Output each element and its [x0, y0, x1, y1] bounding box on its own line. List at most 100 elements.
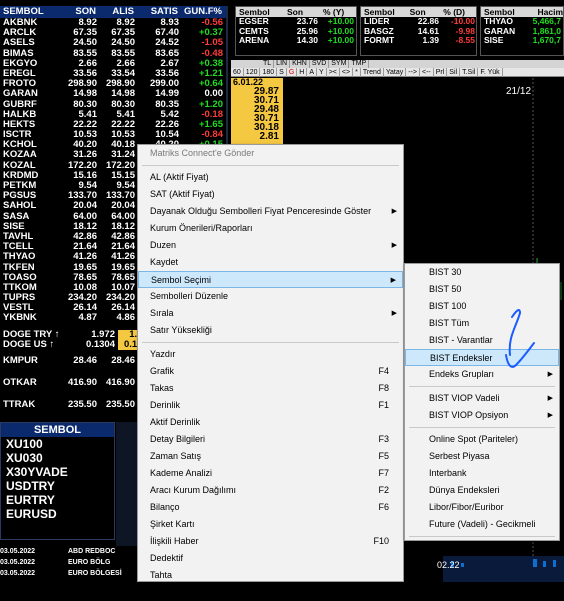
toolbar-button[interactable]: Trend — [361, 68, 384, 77]
news-title: ABD REDBOC — [68, 548, 116, 555]
menu-item-dayanak-oldu-u-sembolleri-fiyat-penceresinde-g-ster[interactable]: Dayanak Olduğu Sembolleri Fiyat Penceres… — [138, 203, 403, 220]
menu-item-libor-fibor-euribor[interactable]: Libor/Fibor/Euribor — [405, 499, 559, 516]
menu-item-label: Takas — [150, 383, 174, 393]
menu-item-bist-30[interactable]: BIST 30 — [405, 264, 559, 281]
menu-item-sat-r-y-ksekli-i[interactable]: Satır Yüksekliği — [138, 322, 403, 339]
menu-item-s-rala[interactable]: Sırala ▶ — [138, 305, 403, 322]
toolbar-button[interactable]: G — [287, 68, 298, 77]
menu-item-future-vadeli-gecikmeli[interactable]: Future (Vadeli) - Gecikmeli — [405, 516, 559, 533]
menu-item-duzen[interactable]: Duzen ▶ — [138, 237, 403, 254]
toolbar-button[interactable]: 120 — [244, 68, 261, 77]
menu-item-label: Future (Vadeli) - Gecikmeli — [429, 519, 536, 529]
menu-item-t-m-semboller[interactable]: Tüm Semboller — [405, 540, 559, 557]
panel-row[interactable]: SISE 1,670,7 — [481, 35, 563, 46]
toolbar-button[interactable]: F. Yük — [478, 68, 503, 77]
menu-item-kaydet[interactable]: Kaydet — [138, 254, 403, 271]
menu-item-kurum-nerileri-raporlar[interactable]: Kurum Önerileri/Raporları — [138, 220, 403, 237]
menu-item-i-li-kili-haber[interactable]: İlişkili Haber F10 — [138, 533, 403, 550]
toolbar-button[interactable]: Prl — [434, 68, 448, 77]
table-cell: DOGE US ↑ — [3, 338, 55, 350]
toolbar-button[interactable]: 180 — [260, 68, 278, 77]
menu-item-al-aktif-fiyat[interactable]: AL (Aktif Fiyat) — [138, 169, 403, 186]
toolbar-button[interactable]: A — [307, 68, 318, 77]
menu-item-serbest-piyasa[interactable]: Serbest Piyasa — [405, 448, 559, 465]
menu-item-derinlik[interactable]: Derinlik F1 — [138, 397, 403, 414]
menu-item-zaman-sat[interactable]: Zaman Satış F5 — [138, 448, 403, 465]
toolbar-button[interactable]: SVD — [310, 60, 330, 68]
toolbar-button[interactable]: KHN — [290, 60, 310, 68]
menu-item-sembolleri-d-zenle[interactable]: Sembolleri Düzenle — [138, 288, 403, 305]
menu-item-bist-viop-vadeli[interactable]: BIST VIOP Vadeli ▶ — [405, 390, 559, 407]
menu-item-sat-aktif-fiyat[interactable]: SAT (Aktif Fiyat) — [138, 186, 403, 203]
toolbar-button[interactable]: T.Sil — [460, 68, 479, 77]
toolbar-button[interactable]: <-- — [420, 68, 434, 77]
toolbar-button[interactable]: <> — [340, 68, 354, 77]
table-cell: 416.90 — [105, 377, 135, 388]
toolbar-button[interactable]: H — [297, 68, 308, 77]
chevron-right-icon: ▶ — [391, 208, 397, 215]
menu-item-label: BIST VIOP Vadeli — [429, 393, 500, 403]
menu-item-label: SAT (Aktif Fiyat) — [150, 189, 215, 199]
menu-item-label: Yazdır — [150, 349, 176, 359]
chevron-right-icon: ▶ — [547, 412, 553, 419]
menu-item-aktif-derinlik[interactable]: Aktif Derinlik — [138, 414, 403, 431]
table-cell: 28.46 — [73, 355, 97, 366]
menu-item-label: BIST Tüm — [429, 318, 470, 328]
menu-item-grafik[interactable]: Grafik F4 — [138, 363, 403, 380]
panel-cell: -8.55 — [455, 35, 475, 45]
menu-item-matriks-connect-e-g-nder: Matriks Connect'e Gönder — [138, 145, 403, 162]
panel-row[interactable]: FORMT 1.39 -8.55 — [361, 35, 476, 46]
toolbar-button[interactable]: SYM — [329, 60, 350, 68]
table-cell: TTRAK — [3, 399, 36, 410]
table-cell: 14.98 — [111, 88, 135, 100]
toolbar-button[interactable]: Yatay — [384, 68, 407, 77]
table-row[interactable]: GARAN 14.98 14.98 14.99 0.00 — [0, 89, 226, 99]
menu-item-online-spot-pariteler[interactable]: Online Spot (Pariteler) — [405, 431, 559, 448]
menu-item-arac-kurum-da-l-m[interactable]: Aracı Kurum Dağılımı F2 — [138, 482, 403, 499]
menu-item-label: Online Spot (Pariteler) — [429, 434, 519, 444]
menu-item-label: BIST 30 — [429, 267, 462, 277]
menu-shortcut: F8 — [378, 383, 389, 393]
menu-item-irket-kart[interactable]: Şirket Kartı — [138, 516, 403, 533]
table-cell: THYAO — [3, 251, 36, 263]
index-item[interactable]: EURTRY — [1, 493, 114, 507]
menu-item-detay-bilgileri[interactable]: Detay Bilgileri F3 — [138, 431, 403, 448]
toolbar-button[interactable]: >< — [327, 68, 340, 77]
menu-item-bilan-o[interactable]: Bilanço F6 — [138, 499, 403, 516]
menu-item-tahta[interactable]: Tahta — [138, 567, 403, 584]
toolbar-button[interactable]: * — [353, 68, 361, 77]
menu-item-yazd-r[interactable]: Yazdır — [138, 346, 403, 363]
menu-item-d-nya-endeksleri[interactable]: Dünya Endeksleri — [405, 482, 559, 499]
menu-item-dedektif[interactable]: Dedektif — [138, 550, 403, 567]
toolbar-button[interactable]: Y — [317, 68, 327, 77]
menu-item-aktif-tahta[interactable]: Aktif Tahta — [138, 584, 403, 601]
index-item[interactable]: EURUSD — [1, 507, 114, 521]
index-item[interactable]: USDTRY — [1, 479, 114, 493]
top-gainers-panel: Sembol Son% (Y) EGSER 23.76 +10.00 CEMTS 25.9… — [235, 6, 357, 56]
toolbar-button[interactable]: TL — [261, 60, 275, 68]
news-date: 03.05.2022 — [0, 559, 36, 566]
menu-item-bist-viop-opsiyon[interactable]: BIST VIOP Opsiyon ▶ — [405, 407, 559, 424]
menu-item-sembol-se-imi[interactable]: Sembol Seçimi ▶ — [138, 271, 403, 288]
index-item[interactable]: XU030 — [1, 451, 114, 465]
toolbar-button[interactable]: S — [277, 68, 287, 77]
toolbar-button[interactable]: Sil — [447, 68, 461, 77]
menu-item-bist-50[interactable]: BIST 50 — [405, 281, 559, 298]
menu-item-takas[interactable]: Takas F8 — [138, 380, 403, 397]
panel-row[interactable]: ARENA 14.30 +10.00 — [236, 35, 356, 46]
index-item[interactable]: XU100 — [1, 437, 114, 451]
menu-separator — [142, 165, 399, 166]
index-item[interactable]: X30YVADE — [1, 465, 114, 479]
context-menu[interactable]: Matriks Connect'e Gönder AL (Aktif Fiyat)… — [137, 144, 404, 597]
table-cell: 0.00 — [204, 88, 224, 100]
menu-item-label: BIST Endeksler — [430, 353, 493, 363]
menu-item-interbank[interactable]: Interbank — [405, 465, 559, 482]
menu-separator — [409, 386, 555, 387]
toolbar-button[interactable]: 60 — [231, 68, 244, 77]
menu-item-kademe-analizi[interactable]: Kademe Analizi F7 — [138, 465, 403, 482]
table-cell: GARAN — [3, 88, 38, 100]
toolbar-button[interactable]: LIN — [274, 60, 291, 68]
toolbar-button[interactable]: TMP — [349, 60, 370, 68]
menu-item-label: Duzen — [150, 240, 177, 250]
toolbar-button[interactable]: --> — [406, 68, 420, 77]
